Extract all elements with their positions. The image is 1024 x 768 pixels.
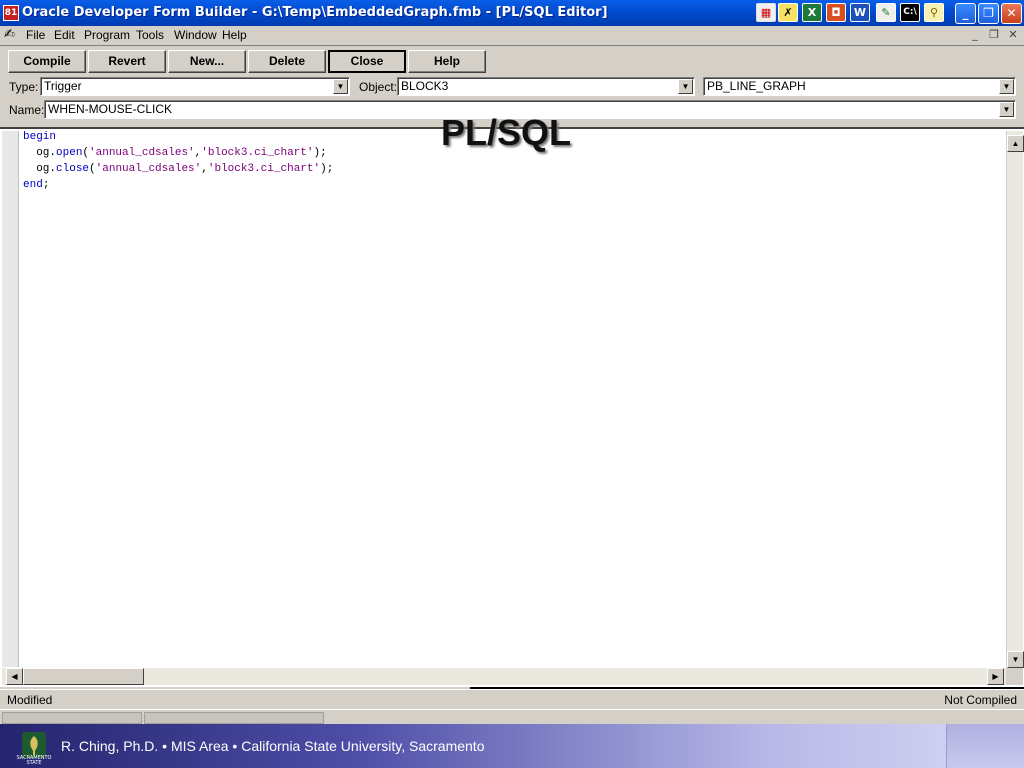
mdi-close-icon[interactable]: ✕ xyxy=(1006,29,1020,42)
scrollbar-corner xyxy=(1006,668,1023,685)
status-bar: Modified Not Compiled xyxy=(0,689,1024,709)
footer-credit: R. Ching, Ph.D. • MIS Area • California … xyxy=(61,738,485,754)
screen-icon[interactable]: ▦ xyxy=(756,3,776,22)
document-edit-icon[interactable]: ✍ xyxy=(4,28,20,43)
excel-icon[interactable]: X xyxy=(802,3,822,22)
code-string: 'annual_cdsales' xyxy=(95,163,202,175)
menu-edit[interactable]: Edit xyxy=(54,28,75,42)
menu-window[interactable]: Window xyxy=(174,28,217,42)
code-token: , xyxy=(201,163,208,175)
type-label: Type: xyxy=(9,80,39,94)
code-token: og. xyxy=(36,147,57,159)
item-dropdown[interactable]: PB_LINE_GRAPH ▼ xyxy=(703,77,1016,96)
window-title: Oracle Developer Form Builder - G:\Temp\… xyxy=(22,5,608,20)
delete-button[interactable]: Delete xyxy=(248,50,326,73)
code-token: ( xyxy=(89,163,96,175)
code-token: og. xyxy=(36,163,57,175)
tools-icon[interactable]: ✗ xyxy=(778,3,798,22)
code-token: ); xyxy=(313,147,327,159)
menu-program[interactable]: Program xyxy=(84,28,130,42)
code-token: ; xyxy=(42,179,50,191)
revert-button[interactable]: Revert xyxy=(88,50,166,73)
code-line[interactable]: begin xyxy=(23,131,56,143)
name-value: WHEN-MOUSE-CLICK xyxy=(48,102,173,116)
name-label: Name: xyxy=(9,103,45,117)
code-line[interactable]: og.close('annual_cdsales','block3.ci_cha… xyxy=(23,163,333,175)
new-button[interactable]: New... xyxy=(168,50,246,73)
editor-gutter xyxy=(2,131,19,667)
status-modified: Modified xyxy=(7,693,53,707)
app-icon[interactable]: 81 xyxy=(3,5,19,21)
code-line[interactable]: og.open('annual_cdsales','block3.ci_char… xyxy=(23,147,327,159)
quick-launch-tray: ▦ ✗ X ◘ W ✎ C:\ ⚲ xyxy=(753,1,944,23)
close-icon[interactable]: ✕ xyxy=(1001,3,1022,24)
chevron-down-icon[interactable]: ▼ xyxy=(999,79,1014,94)
code-keyword: begin xyxy=(23,131,57,143)
menu-bar: ✍ File Edit Program Tools Window Help _ … xyxy=(0,26,1024,46)
type-value: Trigger xyxy=(44,79,82,93)
code-string: 'block3.ci_chart' xyxy=(207,163,321,175)
object-dropdown[interactable]: BLOCK3 ▼ xyxy=(397,77,695,96)
pen-icon[interactable]: ✎ xyxy=(876,3,896,22)
slide-footer: SACRAMENTO STATE R. Ching, Ph.D. • MIS A… xyxy=(0,724,1024,768)
help-button[interactable]: Help xyxy=(408,50,486,73)
command-prompt-icon[interactable]: C:\ xyxy=(900,3,920,22)
horizontal-scrollbar[interactable]: ◀ ▶ xyxy=(2,668,1006,685)
scroll-down-icon[interactable]: ▼ xyxy=(1007,651,1024,668)
title-bar: 81 Oracle Developer Form Builder - G:\Te… xyxy=(0,0,1024,26)
minimize-icon[interactable]: _ xyxy=(955,3,976,24)
code-token: ); xyxy=(320,163,334,175)
code-keyword: end xyxy=(23,179,43,191)
code-editor[interactable] xyxy=(0,127,1024,687)
type-dropdown[interactable]: Trigger ▼ xyxy=(40,77,350,96)
mdi-minimize-icon[interactable]: _ xyxy=(968,29,982,42)
plsql-heading: PL/SQL xyxy=(441,112,572,153)
code-line[interactable]: end; xyxy=(23,179,49,191)
code-string: 'annual_cdsales' xyxy=(89,147,195,159)
chevron-down-icon[interactable]: ▼ xyxy=(333,79,348,94)
code-keyword: open xyxy=(56,147,83,159)
menu-file[interactable]: File xyxy=(26,28,45,42)
powerpoint-icon[interactable]: ◘ xyxy=(826,3,846,22)
code-keyword: close xyxy=(56,163,90,175)
code-string: 'block3.ci_chart' xyxy=(201,147,314,159)
scroll-up-icon[interactable]: ▲ xyxy=(1007,135,1024,152)
taskbar-tab[interactable] xyxy=(144,712,324,724)
seal-caption: SACRAMENTO STATE xyxy=(16,755,52,766)
chevron-down-icon[interactable]: ▼ xyxy=(678,79,693,94)
close-button[interactable]: Close xyxy=(328,50,406,73)
mdi-restore-icon[interactable]: ❐ xyxy=(987,29,1001,42)
restore-icon[interactable]: ❐ xyxy=(978,3,999,24)
item-value: PB_LINE_GRAPH xyxy=(707,79,806,93)
horizontal-scroll-thumb[interactable] xyxy=(23,668,144,685)
search-folder-icon[interactable]: ⚲ xyxy=(924,3,944,22)
status-compile-state: Not Compiled xyxy=(944,693,1017,707)
footer-panel xyxy=(946,724,1024,768)
object-label: Object: xyxy=(359,80,398,94)
taskbar-tab[interactable] xyxy=(2,712,142,724)
object-value: BLOCK3 xyxy=(401,79,449,93)
word-icon[interactable]: W xyxy=(850,3,870,22)
scroll-left-icon[interactable]: ◀ xyxy=(6,668,23,685)
vertical-scrollbar[interactable]: ▲ ▼ xyxy=(1006,131,1024,668)
chevron-down-icon[interactable]: ▼ xyxy=(999,102,1014,117)
menu-tools[interactable]: Tools xyxy=(136,28,164,42)
compile-button[interactable]: Compile xyxy=(8,50,86,73)
scroll-right-icon[interactable]: ▶ xyxy=(987,668,1004,685)
menu-help[interactable]: Help xyxy=(222,28,247,42)
